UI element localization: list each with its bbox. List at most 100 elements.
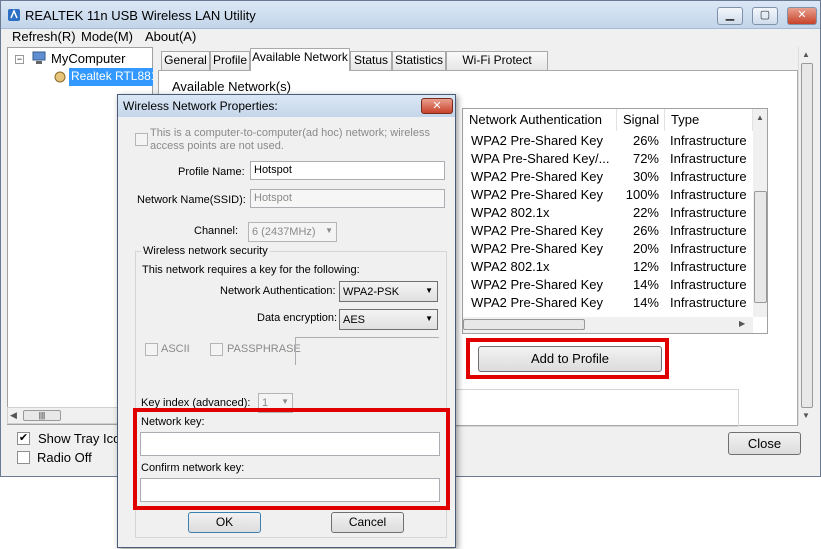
requires-key-label: This network requires a key for the foll…: [142, 264, 360, 276]
table-row[interactable]: WPA2 802.1x 22% Infrastructure: [463, 205, 753, 223]
scroll-down-icon[interactable]: ▼: [802, 411, 810, 420]
tab-profile[interactable]: Profile: [210, 51, 250, 70]
table-row[interactable]: WPA2 Pre-Shared Key 14% Infrastructure: [463, 277, 753, 295]
scroll-thumb[interactable]: [463, 319, 585, 330]
cell-signal: 14%: [632, 277, 659, 292]
wireless-network-properties-dialog: Wireless Network Properties: ✕ This is a…: [117, 94, 456, 548]
cell-signal: 12%: [632, 259, 659, 274]
cell-signal: 14%: [632, 295, 659, 310]
table-row[interactable]: WPA2 Pre-Shared Key 26% Infrastructure: [463, 133, 753, 151]
close-button[interactable]: Close: [728, 432, 801, 455]
tree-collapse-icon[interactable]: −: [15, 55, 24, 64]
ascii-checkbox[interactable]: [145, 343, 158, 356]
cell-type: Infrastructure: [670, 259, 747, 274]
network-authentication-select[interactable]: WPA2-PSK ▼: [339, 281, 438, 302]
column-header-signal[interactable]: Signal: [617, 109, 665, 131]
ssid-label: Network Name(SSID):: [137, 194, 246, 206]
dialog-close-button[interactable]: ✕: [421, 98, 453, 114]
channel-value: 6 (2437MHz): [252, 226, 316, 238]
table-row[interactable]: WPA2 Pre-Shared Key 20% Infrastructure: [463, 241, 753, 259]
tree-item-mycomputer[interactable]: MyComputer: [51, 51, 125, 66]
minimize-button[interactable]: ▁: [717, 7, 743, 25]
cell-authentication: WPA2 Pre-Shared Key: [471, 241, 603, 256]
chevron-down-icon: ▼: [425, 314, 433, 323]
show-tray-checkbox[interactable]: ✔: [17, 432, 30, 445]
table-row[interactable]: WPA Pre-Shared Key/... 72% Infrastructure: [463, 151, 753, 169]
menu-bar: Refresh(R) Mode(M) About(A): [1, 29, 820, 47]
passphrase-label: PASSPHRASE: [227, 343, 301, 355]
adapter-icon: [52, 70, 68, 84]
table-row[interactable]: WPA2 Pre-Shared Key 100% Infrastructure: [463, 187, 753, 205]
table-row[interactable]: WPA2 Pre-Shared Key 30% Infrastructure: [463, 169, 753, 187]
column-header-authentication[interactable]: Network Authentication: [463, 109, 617, 131]
computer-icon: [32, 51, 46, 65]
tab-available-network[interactable]: Available Network: [250, 48, 350, 71]
maximize-button[interactable]: ▢: [752, 7, 778, 25]
chevron-down-icon: ▼: [281, 397, 289, 406]
tab-status[interactable]: Status: [350, 51, 392, 70]
adhoc-checkbox[interactable]: [135, 133, 148, 146]
ssid-input[interactable]: Hotspot: [250, 189, 445, 208]
menu-mode[interactable]: Mode(M): [81, 29, 133, 44]
cell-authentication: WPA2 802.1x: [471, 259, 550, 274]
window-title: REALTEK 11n USB Wireless LAN Utility: [25, 8, 256, 23]
tab-statistics[interactable]: Statistics: [392, 51, 446, 70]
profile-name-input[interactable]: Hotspot: [250, 161, 445, 180]
channel-label: Channel:: [194, 225, 239, 237]
cell-signal: 26%: [632, 133, 659, 148]
passphrase-checkbox[interactable]: [210, 343, 223, 356]
add-to-profile-button[interactable]: Add to Profile: [478, 346, 662, 372]
cancel-button[interactable]: Cancel: [331, 512, 404, 533]
cell-signal: 20%: [632, 241, 659, 256]
tab-general[interactable]: General: [161, 51, 210, 70]
cell-type: Infrastructure: [670, 151, 747, 166]
scroll-thumb[interactable]: |||: [23, 410, 61, 421]
passphrase-input[interactable]: [295, 337, 439, 365]
table-row[interactable]: WPA2 Pre-Shared Key 26% Infrastructure: [463, 223, 753, 241]
lower-group-box: [451, 389, 739, 427]
scroll-left-icon[interactable]: ◀: [10, 410, 17, 421]
cell-type: Infrastructure: [670, 241, 747, 256]
table-row[interactable]: WPA2 802.1x 12% Infrastructure: [463, 259, 753, 277]
cell-authentication: WPA2 802.1x: [471, 205, 550, 220]
adhoc-label: This is a computer-to-computer(ad hoc) n…: [150, 127, 430, 152]
confirm-key-label: Confirm network key:: [141, 462, 245, 474]
title-bar[interactable]: REALTEK 11n USB Wireless LAN Utility ▁ ▢…: [1, 1, 820, 29]
cell-type: Infrastructure: [670, 277, 747, 292]
list-vertical-scrollbar[interactable]: ▲: [753, 109, 767, 317]
scroll-thumb[interactable]: [801, 63, 813, 408]
cell-signal: 100%: [625, 187, 659, 202]
menu-about[interactable]: About(A): [145, 29, 196, 44]
cell-type: Infrastructure: [670, 223, 747, 238]
main-vertical-scrollbar[interactable]: ▲ ▼: [798, 47, 815, 425]
tab-wifi-protect-setup[interactable]: Wi-Fi Protect Setup: [446, 51, 548, 84]
scroll-right-icon[interactable]: ▶: [739, 319, 745, 328]
radio-off-checkbox[interactable]: [17, 451, 30, 464]
radio-off-label: Radio Off: [37, 450, 92, 465]
profile-name-label: Profile Name:: [178, 166, 245, 178]
cell-authentication: WPA2 Pre-Shared Key: [471, 277, 603, 292]
menu-refresh[interactable]: Refresh(R): [12, 29, 76, 44]
channel-select[interactable]: 6 (2437MHz) ▼: [248, 222, 337, 242]
dialog-title-bar[interactable]: Wireless Network Properties: ✕: [118, 95, 455, 117]
cell-authentication: WPA Pre-Shared Key/...: [471, 151, 610, 166]
data-encryption-select[interactable]: AES ▼: [339, 309, 438, 330]
ok-button[interactable]: OK: [188, 512, 261, 533]
cell-type: Infrastructure: [670, 169, 747, 184]
scroll-thumb[interactable]: [754, 191, 767, 303]
dialog-title: Wireless Network Properties:: [123, 99, 278, 113]
cell-signal: 22%: [632, 205, 659, 220]
column-header-type[interactable]: Type: [665, 109, 753, 131]
show-tray-label: Show Tray Ico: [38, 431, 121, 446]
list-horizontal-scrollbar[interactable]: ▶: [463, 317, 753, 333]
scroll-up-icon[interactable]: ▲: [756, 113, 764, 122]
cell-signal: 72%: [632, 151, 659, 166]
scroll-up-icon[interactable]: ▲: [802, 50, 810, 59]
network-key-input[interactable]: [140, 432, 440, 456]
tree-item-adapter[interactable]: Realtek RTL8811: [69, 68, 153, 86]
close-window-button[interactable]: ✕: [787, 7, 817, 25]
cell-authentication: WPA2 Pre-Shared Key: [471, 187, 603, 202]
confirm-key-input[interactable]: [140, 478, 440, 502]
cell-type: Infrastructure: [670, 133, 747, 148]
table-row[interactable]: WPA2 Pre-Shared Key 14% Infrastructure: [463, 295, 753, 313]
